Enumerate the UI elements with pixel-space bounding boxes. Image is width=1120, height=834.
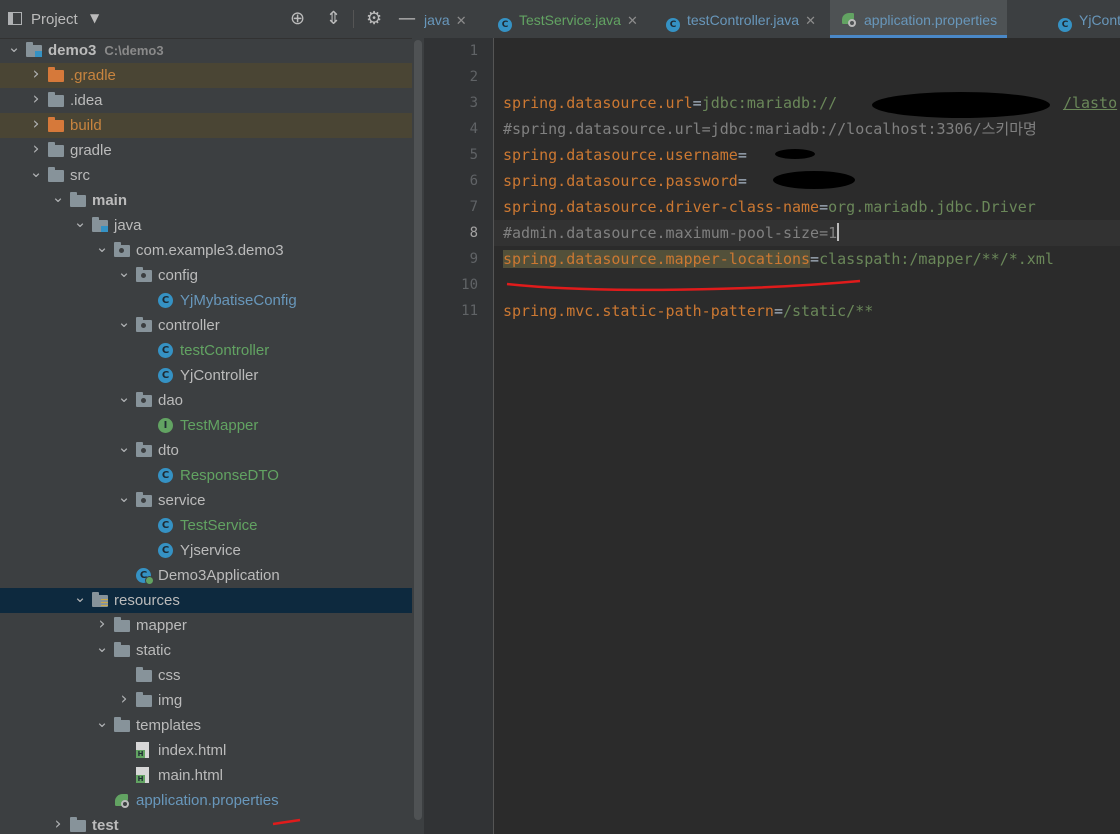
annotation-overlay xyxy=(272,279,861,826)
annotation-underline xyxy=(272,818,301,826)
annotation-underline xyxy=(506,279,861,292)
